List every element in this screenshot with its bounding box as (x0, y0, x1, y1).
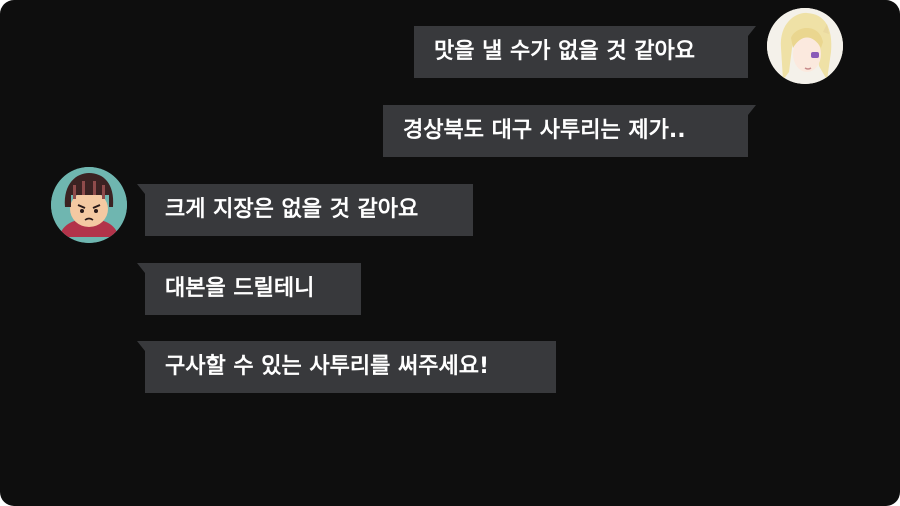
avatar-dark-hair-person (51, 167, 127, 243)
message-bubble: 경상북도 대구 사투리는 제가.. (383, 105, 756, 157)
dark-hair-person-icon (51, 167, 127, 243)
message-bubble: 맛을 낼 수가 없을 것 같아요 (414, 26, 756, 78)
message-bubble: 크게 지장은 없을 것 같아요 (137, 184, 473, 236)
message-text: 맛을 낼 수가 없을 것 같아요 (434, 39, 695, 64)
message-bubble: 대본을 드릴테니 (137, 263, 361, 315)
blonde-girl-icon (767, 8, 843, 84)
message-text: 대본을 드릴테니 (165, 276, 315, 301)
message-text: 구사할 수 있는 사투리를 써주세요! (165, 354, 490, 379)
message-text: 크게 지장은 없을 것 같아요 (165, 197, 419, 222)
avatar-blonde-girl (767, 8, 843, 84)
message-text: 경상북도 대구 사투리는 제가.. (403, 118, 686, 143)
chat-window: 맛을 낼 수가 없을 것 같아요 경상북도 대구 사투리는 제가.. 크게 지장… (0, 0, 900, 506)
message-bubble: 구사할 수 있는 사투리를 써주세요! (137, 341, 556, 393)
